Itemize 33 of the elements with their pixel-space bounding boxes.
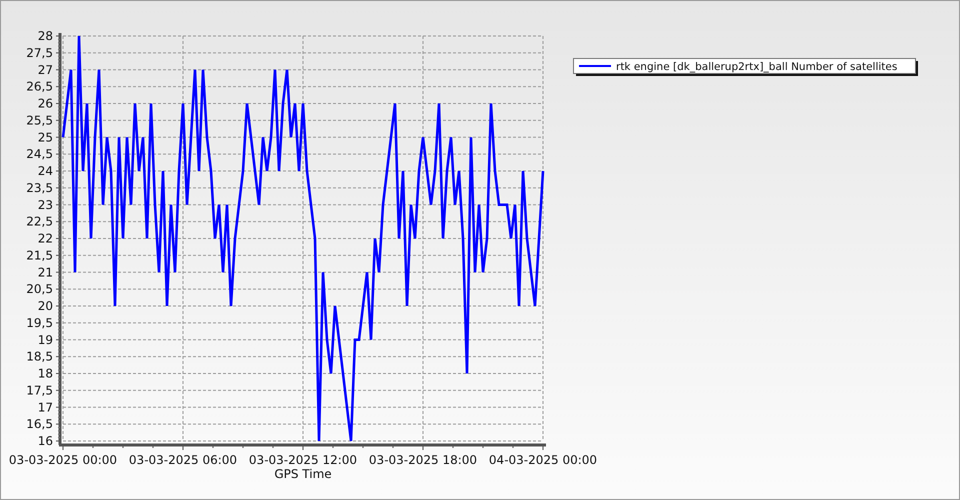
y-tick-label: 22 [38,232,53,246]
x-tick-label: 03-03-2025 00:00 [8,453,118,467]
y-tick-label: 24,5 [26,147,53,162]
y-tick-label: 19 [38,332,53,347]
y-tick-label: 21 [38,265,53,280]
y-tick-label: 17,5 [26,383,53,398]
y-tick-label: 20 [38,299,53,313]
x-axis-title: GPS Time [274,467,332,481]
y-tick-label: 28 [38,29,53,43]
legend-line-icon [579,65,611,67]
y-tick-label: 23 [38,198,53,212]
legend-label: rtk engine [dk_ballerup2rtx]_ball Number of satellites [616,61,898,73]
y-tick-label: 23,5 [26,180,53,195]
y-tick-label: 26,5 [26,80,53,94]
y-tick-label: 24 [38,164,53,178]
x-tick-label: 04-03-2025 00:00 [488,453,598,467]
y-tick-label: 22,5 [26,214,53,229]
y-tick-label: 25,5 [26,113,53,128]
y-tick-label: 16,5 [26,417,53,432]
y-tick-label: 27,5 [26,46,53,60]
y-tick-label: 25 [38,130,53,144]
y-tick-label: 26 [38,96,53,110]
x-tick-label: 03-03-2025 18:00 [368,453,478,467]
y-tick-label: 20,5 [26,282,53,296]
y-tick-label: 27 [38,62,53,77]
x-tick-label: 03-03-2025 12:00 [248,453,358,467]
y-tick-label: 18,5 [26,350,53,364]
x-tick-label: 03-03-2025 06:00 [128,453,238,467]
y-tick-label: 18 [38,366,53,380]
y-tick-label: 19,5 [26,316,53,330]
y-tick-label: 21,5 [26,248,53,262]
y-tick-label: 16 [38,434,53,448]
y-tick-label: 17 [38,400,53,414]
